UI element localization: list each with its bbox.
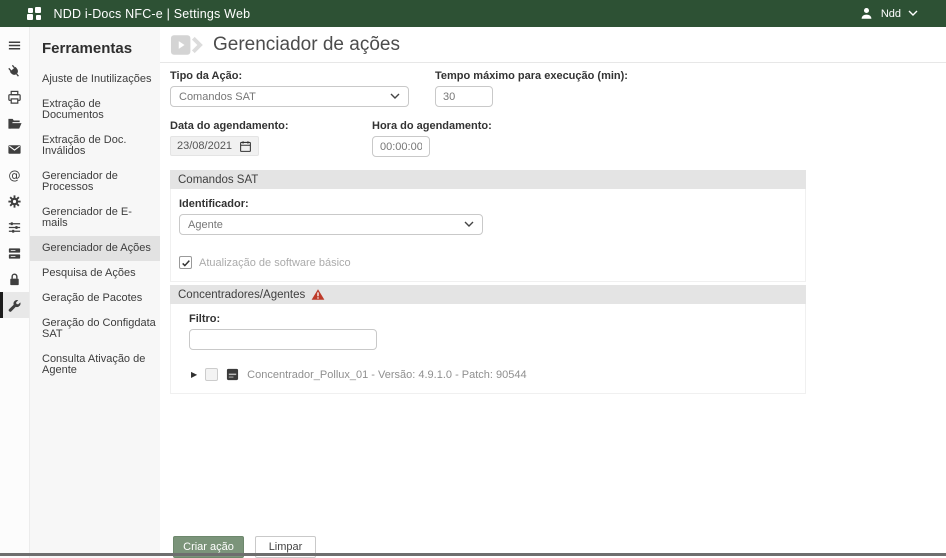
sidebar-item-extracao-de-doc-invalidos[interactable]: Extração de Doc. Inválidos	[30, 128, 160, 164]
rail-item-server[interactable]	[0, 240, 29, 266]
action-manager-icon	[170, 35, 203, 55]
sidebar-item-gerenciador-de-processos[interactable]: Gerenciador de Processos	[30, 164, 160, 200]
chevron-down-icon	[464, 221, 474, 227]
comandos-sat-section: Comandos SAT Identificador: Agente Atual…	[170, 170, 806, 282]
topbar: NDD i-Docs NFC-e | Settings Web Ndd	[0, 0, 946, 27]
action-form: Tipo da Ação: Comandos SAT Tempo máximo …	[160, 63, 806, 558]
lock-icon	[10, 272, 19, 285]
sidebar-item-ajuste-de-inutilizacoes[interactable]: Ajuste de Inutilizações	[30, 67, 160, 92]
user-menu[interactable]: Ndd	[859, 6, 918, 21]
app-logo-icon[interactable]	[27, 6, 41, 21]
sliders-icon	[8, 221, 21, 233]
hora-agendamento-input[interactable]	[372, 136, 430, 157]
tipo-acao-label: Tipo da Ação:	[170, 70, 243, 82]
concentrador-checkbox[interactable]	[205, 368, 219, 381]
identificador-value: Agente	[188, 218, 223, 231]
sidebar-item-geracao-do-configdata-sat[interactable]: Geração do Configdata SAT	[30, 311, 160, 347]
app-title: NDD i-Docs NFC-e | Settings Web	[53, 6, 251, 21]
tree-expand-icon[interactable]: ▶	[191, 368, 197, 381]
rail-item-wrench[interactable]	[0, 292, 29, 318]
sidebar-item-gerenciador-de-acoes[interactable]: Gerenciador de Ações	[30, 236, 160, 261]
page-header: Gerenciador de ações	[160, 27, 946, 63]
sidebar-item-pesquisa-de-acoes[interactable]: Pesquisa de Ações	[30, 261, 160, 286]
sidebar-item-gerenciador-de-emails[interactable]: Gerenciador de E-mails	[30, 200, 160, 236]
concentradores-section: Concentradores/Agentes Filtro: ▶ Concent…	[170, 285, 806, 394]
sidebar-item-consulta-ativacao-de-agente[interactable]: Consulta Ativação de Agente	[30, 347, 160, 383]
data-agendamento-field[interactable]: 23/08/2021	[170, 136, 259, 156]
sidebar-title: Ferramentas	[42, 40, 133, 57]
identificador-label: Identificador:	[179, 198, 249, 210]
rail-item-at[interactable]: @	[0, 162, 29, 188]
at-sign-icon: @	[8, 168, 20, 182]
server-icon	[8, 247, 21, 259]
tipo-acao-value: Comandos SAT	[179, 90, 256, 103]
hora-agendamento-label: Hora do agendamento:	[372, 120, 492, 132]
gear-icon	[8, 194, 21, 208]
rail-item-menu[interactable]	[0, 32, 29, 58]
rail-item-plug[interactable]	[0, 58, 29, 84]
identificador-select[interactable]: Agente	[179, 214, 483, 235]
rail-item-gear[interactable]	[0, 188, 29, 214]
user-icon	[861, 7, 872, 19]
rail-item-sliders[interactable]	[0, 214, 29, 240]
tree-row: ▶ Concentrador_Pollux_01 - Versão: 4.9.1…	[189, 368, 795, 381]
comandos-sat-header: Comandos SAT	[170, 170, 806, 189]
folder-open-icon	[8, 118, 22, 129]
rail-item-mail[interactable]	[0, 136, 29, 162]
data-agendamento-value: 23/08/2021	[177, 140, 233, 152]
window-bottom-edge	[0, 553, 946, 556]
tipo-acao-select[interactable]: Comandos SAT	[170, 86, 409, 107]
concentradores-header: Concentradores/Agentes	[170, 285, 806, 304]
wrench-icon	[8, 299, 21, 312]
chevron-down-icon	[908, 10, 918, 16]
warning-icon	[311, 289, 325, 300]
chevron-down-icon	[390, 93, 400, 99]
tempo-maximo-label: Tempo máximo para execução (min):	[435, 70, 628, 82]
tempo-maximo-input[interactable]	[435, 86, 493, 107]
page-title: Gerenciador de ações	[213, 34, 400, 55]
check-icon	[181, 259, 190, 267]
calendar-icon	[240, 140, 251, 152]
filtro-input[interactable]	[189, 329, 377, 350]
comandos-sat-header-label: Comandos SAT	[178, 173, 259, 186]
svg-text:@: @	[8, 168, 20, 182]
icon-rail: @	[0, 27, 30, 558]
mail-icon	[8, 144, 21, 154]
sidebar-item-geracao-de-pacotes[interactable]: Geração de Pacotes	[30, 286, 160, 311]
menu-icon	[8, 40, 21, 50]
sidebar: Ferramentas Ajuste de Inutilizações Extr…	[30, 27, 160, 558]
concentrador-label: Concentrador_Pollux_01 - Versão: 4.9.1.0…	[247, 368, 527, 381]
data-agendamento-label: Data do agendamento:	[170, 120, 289, 132]
main-content: Gerenciador de ações Tipo da Ação: Coman…	[160, 27, 946, 558]
printer-icon	[8, 90, 21, 104]
concentrator-icon	[227, 368, 239, 381]
plug-icon	[8, 64, 19, 77]
app-body: @ Ferramentas Ajuste de Inutilizações Ex…	[0, 27, 946, 558]
user-name: Ndd	[880, 7, 901, 20]
filtro-label: Filtro:	[189, 313, 221, 325]
sidebar-item-extracao-de-documentos[interactable]: Extração de Documentos	[30, 92, 160, 128]
rail-item-folder[interactable]	[0, 110, 29, 136]
rail-item-printer[interactable]	[0, 84, 29, 110]
atualizacao-software-label: Atualização de software básico	[199, 256, 351, 269]
rail-item-lock[interactable]	[0, 266, 29, 292]
atualizacao-software-checkbox[interactable]	[179, 256, 192, 269]
concentradores-header-label: Concentradores/Agentes	[178, 288, 306, 301]
